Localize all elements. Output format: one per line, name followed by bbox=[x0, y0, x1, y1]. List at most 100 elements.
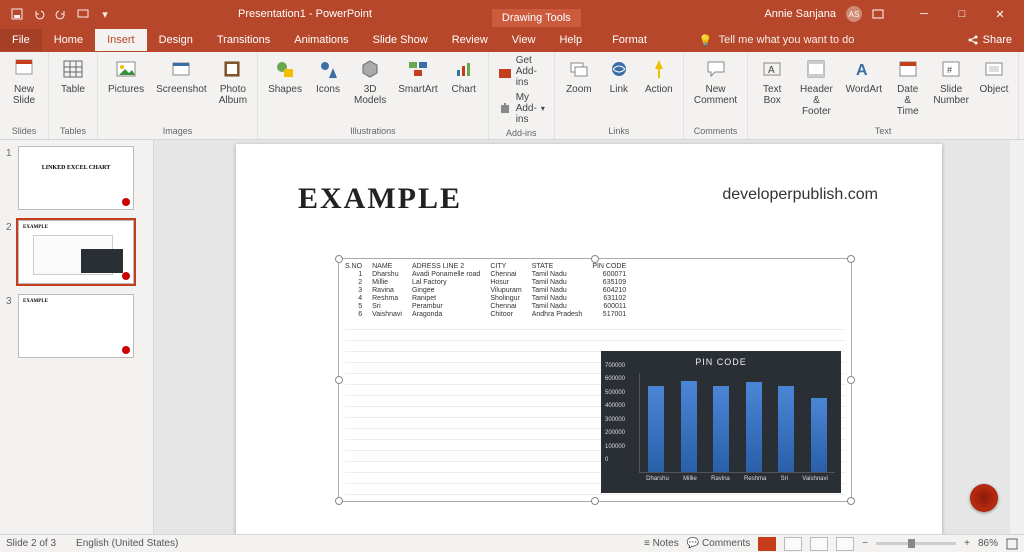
thumbnail-1[interactable]: 1 LINKED EXCEL CHART bbox=[6, 146, 147, 210]
tab-animations[interactable]: Animations bbox=[282, 29, 360, 51]
slide-number-button[interactable]: #SlideNumber bbox=[930, 54, 972, 108]
user-avatar[interactable]: AS bbox=[846, 6, 862, 22]
link-button[interactable]: Link bbox=[601, 54, 637, 97]
comments-button[interactable]: 💬 Comments bbox=[687, 538, 751, 549]
share-label: Share bbox=[983, 34, 1012, 46]
tab-insert[interactable]: Insert bbox=[95, 29, 147, 51]
tab-design[interactable]: Design bbox=[147, 29, 205, 51]
record-button[interactable] bbox=[970, 484, 998, 512]
zoom-icon bbox=[566, 56, 592, 82]
zoom-in-button[interactable]: + bbox=[964, 538, 970, 549]
thumbnail-3[interactable]: 3 EXAMPLE bbox=[6, 294, 147, 358]
group-links: Zoom Link Action Links bbox=[555, 52, 684, 139]
reading-view-button[interactable] bbox=[810, 537, 828, 551]
chart-button[interactable]: Chart bbox=[446, 54, 482, 97]
title-right-controls: Annie Sanjana AS ─ □ ✕ bbox=[764, 6, 1020, 22]
data-table: S.NONAMEADRESS LINE 2CITYSTATEPIN CODE 1… bbox=[345, 263, 636, 319]
undo-icon[interactable] bbox=[32, 7, 46, 21]
tab-transitions[interactable]: Transitions bbox=[205, 29, 282, 51]
sorter-view-button[interactable] bbox=[784, 537, 802, 551]
photo-album-button[interactable]: PhotoAlbum bbox=[215, 54, 251, 108]
maximize-icon[interactable]: □ bbox=[948, 8, 976, 20]
tab-format[interactable]: Format bbox=[600, 29, 659, 51]
tab-slideshow[interactable]: Slide Show bbox=[361, 29, 440, 51]
shapes-icon bbox=[272, 56, 298, 82]
wordart-button[interactable]: AWordArt bbox=[843, 54, 886, 97]
quick-access-toolbar: ▾ bbox=[4, 7, 118, 21]
ribbon-display-icon[interactable] bbox=[872, 9, 900, 19]
tab-help[interactable]: Help bbox=[547, 29, 594, 51]
3d-models-button[interactable]: 3DModels bbox=[350, 54, 390, 108]
new-slide-button[interactable]: NewSlide bbox=[6, 54, 42, 108]
wordart-icon: A bbox=[851, 56, 877, 82]
pictures-button[interactable]: Pictures bbox=[104, 54, 148, 97]
slide-canvas-area[interactable]: EXAMPLE developerpublish.com S.NONAMEADR… bbox=[154, 140, 1024, 534]
close-icon[interactable]: ✕ bbox=[986, 8, 1014, 21]
redo-icon[interactable] bbox=[54, 7, 68, 21]
group-text: ATextBox Header& Footer AWordArt Date &T… bbox=[748, 52, 1019, 139]
datetime-button[interactable]: Date &Time bbox=[889, 54, 926, 119]
tell-me-label: Tell me what you want to do bbox=[719, 34, 855, 46]
group-tables: Table Tables bbox=[49, 52, 98, 139]
datetime-icon bbox=[895, 56, 921, 82]
screenshot-button[interactable]: Screenshot bbox=[152, 54, 211, 97]
slide-counter[interactable]: Slide 2 of 3 bbox=[6, 538, 56, 549]
tab-home[interactable]: Home bbox=[42, 29, 95, 51]
tab-view[interactable]: View bbox=[500, 29, 548, 51]
new-comment-button[interactable]: NewComment bbox=[690, 54, 741, 108]
group-images: Pictures Screenshot PhotoAlbum Images bbox=[98, 52, 258, 139]
tab-review[interactable]: Review bbox=[440, 29, 500, 51]
tab-file[interactable]: File bbox=[0, 29, 42, 51]
group-addins: Get Add-ins My Add-ins ▾ Add-ins bbox=[489, 52, 555, 139]
qat-dropdown-icon[interactable]: ▾ bbox=[98, 7, 112, 21]
watermark: developerpublish.com bbox=[722, 186, 878, 204]
status-bar: Slide 2 of 3 English (United States) ≡ N… bbox=[0, 534, 1024, 552]
vertical-scrollbar[interactable] bbox=[1010, 140, 1024, 534]
document-title: Presentation1 - PowerPoint bbox=[238, 8, 372, 20]
notes-button[interactable]: ≡ Notes bbox=[644, 538, 679, 549]
slideshow-icon[interactable] bbox=[76, 7, 90, 21]
share-button[interactable]: Share bbox=[956, 34, 1024, 46]
minimize-icon[interactable]: ─ bbox=[910, 8, 938, 20]
new-slide-icon bbox=[11, 56, 37, 82]
zoom-button[interactable]: Zoom bbox=[561, 54, 597, 97]
photo-album-icon bbox=[220, 56, 246, 82]
zoom-slider[interactable] bbox=[876, 542, 956, 545]
screenshot-icon bbox=[168, 56, 194, 82]
group-slides: NewSlide Slides bbox=[0, 52, 49, 139]
smartart-button[interactable]: SmartArt bbox=[394, 54, 441, 97]
3d-models-icon bbox=[357, 56, 383, 82]
svg-text:#: # bbox=[947, 65, 952, 75]
icons-icon bbox=[315, 56, 341, 82]
user-name[interactable]: Annie Sanjana bbox=[764, 8, 836, 20]
slide-heading: EXAMPLE bbox=[298, 182, 462, 216]
ribbon: NewSlide Slides Table Tables Pictures Sc… bbox=[0, 52, 1024, 140]
header-footer-button[interactable]: Header& Footer bbox=[794, 54, 838, 119]
save-icon[interactable] bbox=[10, 7, 24, 21]
get-addins-button[interactable]: Get Add-ins bbox=[495, 54, 548, 89]
object-button[interactable]: Object bbox=[976, 54, 1012, 97]
pictures-icon bbox=[113, 56, 139, 82]
shapes-button[interactable]: Shapes bbox=[264, 54, 306, 97]
textbox-button[interactable]: ATextBox bbox=[754, 54, 790, 108]
svg-text:A: A bbox=[768, 65, 775, 76]
addins-icon bbox=[498, 102, 512, 116]
action-icon bbox=[646, 56, 672, 82]
chart-title: PIN CODE bbox=[607, 357, 835, 367]
embedded-object-frame[interactable]: S.NONAMEADRESS LINE 2CITYSTATEPIN CODE 1… bbox=[338, 258, 852, 502]
slide-thumbnail-panel: 1 LINKED EXCEL CHART 2 EXAMPLE 3 EXAMPLE bbox=[0, 140, 154, 534]
fit-to-window-button[interactable] bbox=[1006, 538, 1018, 550]
slideshow-view-button[interactable] bbox=[836, 537, 854, 551]
tell-me-search[interactable]: 💡 Tell me what you want to do bbox=[699, 34, 854, 47]
zoom-out-button[interactable]: − bbox=[862, 538, 868, 549]
action-button[interactable]: Action bbox=[641, 54, 677, 97]
icons-button[interactable]: Icons bbox=[310, 54, 346, 97]
store-icon bbox=[498, 65, 512, 79]
normal-view-button[interactable] bbox=[758, 537, 776, 551]
thumbnail-2[interactable]: 2 EXAMPLE bbox=[6, 220, 147, 284]
contextual-tab-group: Drawing Tools bbox=[492, 9, 581, 27]
zoom-level[interactable]: 86% bbox=[978, 538, 998, 549]
table-button[interactable]: Table bbox=[55, 54, 91, 97]
my-addins-button[interactable]: My Add-ins ▾ bbox=[495, 91, 548, 126]
language-status[interactable]: English (United States) bbox=[76, 538, 178, 549]
